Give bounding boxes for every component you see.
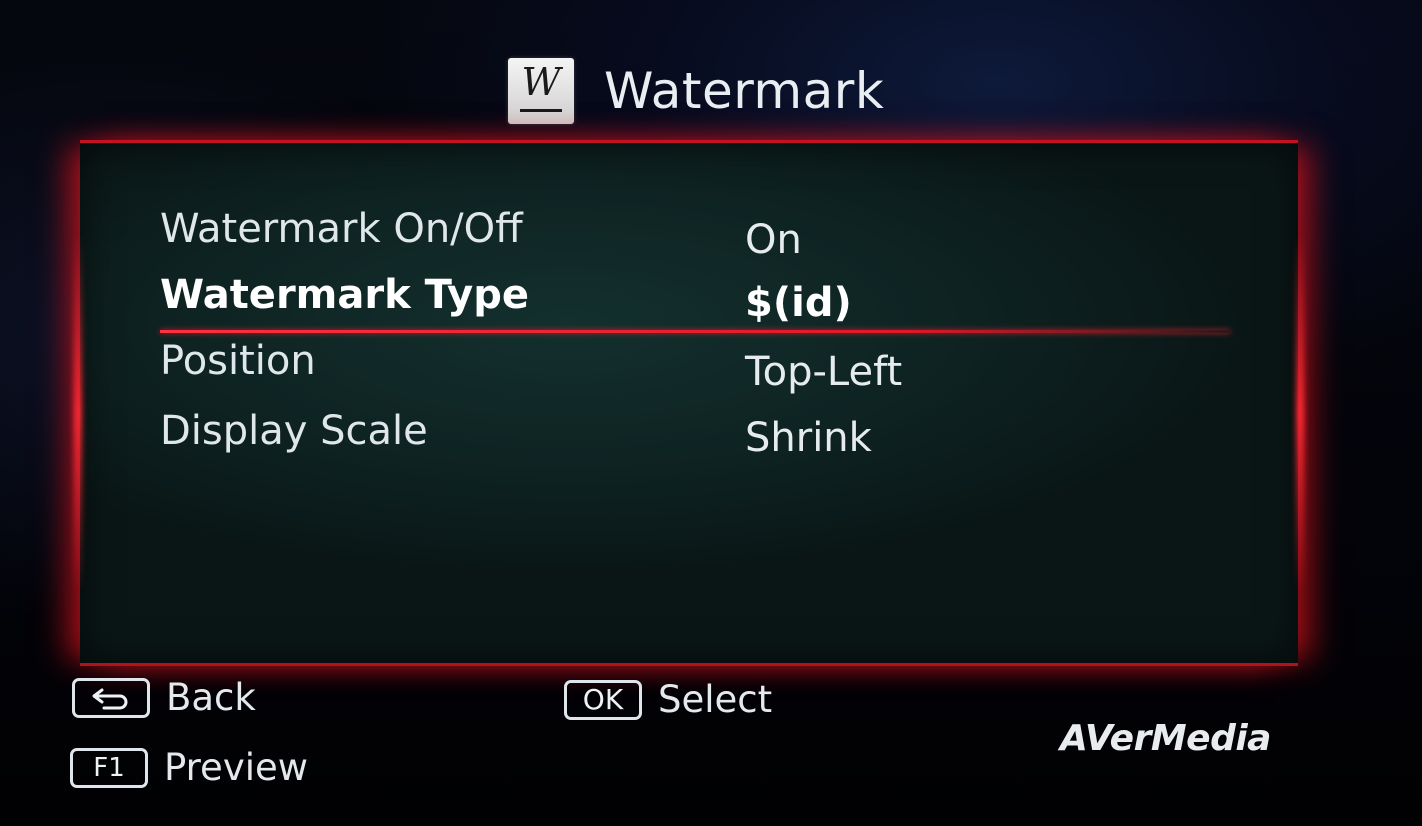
select-label: Select <box>658 678 773 721</box>
f1-key-icon: F1 <box>70 747 148 788</box>
panel-glow-left <box>74 233 82 593</box>
select-hint[interactable]: OK Select <box>564 678 772 721</box>
settings-panel: Watermark On/Off On Watermark Type $(id)… <box>74 140 1304 666</box>
menu-item-value: Top-Left <box>745 349 903 395</box>
menu-item-value: Shrink <box>745 415 872 461</box>
menu-item-display-scale[interactable]: Display Scale Shrink <box>160 403 1210 461</box>
brand-logo: AVerMedia <box>1060 718 1271 759</box>
menu-item-watermark-type[interactable]: Watermark Type $(id) <box>160 267 1230 333</box>
preview-label: Preview <box>164 746 309 789</box>
page-header: W Watermark <box>508 58 884 124</box>
back-label: Back <box>166 676 256 719</box>
page-title: Watermark <box>604 62 885 120</box>
return-arrow-icon <box>72 677 150 718</box>
ok-key-icon: OK <box>564 679 642 720</box>
menu-item-value: $(id) <box>745 280 852 326</box>
menu-item-label: Position <box>160 338 316 384</box>
menu-item-label: Display Scale <box>160 408 428 454</box>
preview-hint[interactable]: F1 Preview <box>70 746 308 789</box>
menu-item-value: On <box>745 217 802 263</box>
menu-item-label: Watermark On/Off <box>160 206 523 252</box>
menu-item-position[interactable]: Position Top-Left <box>160 333 1210 395</box>
panel-glow-right <box>1296 233 1304 593</box>
menu-item-label: Watermark Type <box>160 272 529 318</box>
menu-item-watermark-on-off[interactable]: Watermark On/Off On <box>160 201 1210 263</box>
back-hint[interactable]: Back <box>72 676 256 719</box>
watermark-w-icon: W <box>508 58 574 124</box>
